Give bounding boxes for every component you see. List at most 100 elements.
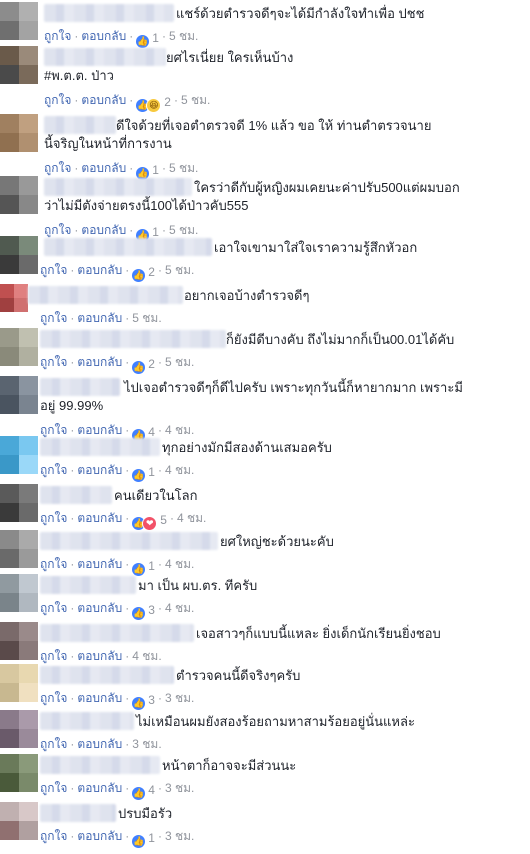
like-link[interactable]: ถูกใจ (40, 557, 67, 571)
reaction-summary[interactable]: 👍 4 (132, 782, 155, 800)
timestamp[interactable]: 4 ชม. (165, 601, 194, 615)
timestamp[interactable]: 4 ชม. (177, 511, 206, 525)
commenter-name[interactable] (40, 438, 160, 456)
reaction-summary[interactable]: 👍 1 (136, 30, 159, 48)
reaction-summary[interactable]: 👍 3 (132, 602, 155, 620)
avatar[interactable] (0, 284, 28, 312)
reaction-summary[interactable]: 👍 3 (132, 692, 155, 710)
like-link[interactable]: ถูกใจ (40, 423, 67, 437)
reply-link[interactable]: ตอบกลับ (81, 161, 126, 175)
like-link[interactable]: ถูกใจ (40, 737, 67, 751)
commenter-name[interactable] (40, 712, 134, 730)
commenter-name[interactable] (44, 116, 116, 134)
timestamp[interactable]: 4 ชม. (165, 557, 194, 571)
commenter-name[interactable] (40, 666, 174, 684)
timestamp[interactable]: 5 ชม. (169, 29, 198, 43)
separator-dot: · (70, 649, 75, 663)
like-link[interactable]: ถูกใจ (40, 511, 67, 525)
reply-link[interactable]: ตอบกลับ (81, 29, 126, 43)
timestamp[interactable]: 5 ชม. (165, 263, 194, 277)
reaction-summary[interactable]: 👍 1 (132, 558, 155, 576)
reply-link[interactable]: ตอบกลับ (77, 829, 122, 843)
timestamp[interactable]: 5 ชม. (181, 93, 210, 107)
avatar[interactable] (0, 710, 38, 748)
reaction-summary[interactable]: 👍 1 (132, 464, 155, 482)
commenter-name[interactable] (40, 576, 136, 594)
timestamp[interactable]: 4 ชม. (165, 463, 194, 477)
timestamp[interactable]: 5 ชม. (165, 355, 194, 369)
reply-link[interactable]: ตอบกลับ (81, 223, 126, 237)
reaction-summary[interactable]: 👍😆 2 (136, 94, 171, 113)
reply-link[interactable]: ตอบกลับ (77, 691, 122, 705)
reply-link[interactable]: ตอบกลับ (77, 463, 122, 477)
reply-link[interactable]: ตอบกลับ (77, 601, 122, 615)
like-link[interactable]: ถูกใจ (40, 691, 67, 705)
reaction-summary[interactable]: 👍 2 (132, 264, 155, 282)
reply-link[interactable]: ตอบกลับ (77, 355, 122, 369)
avatar[interactable] (0, 622, 38, 660)
like-link[interactable]: ถูกใจ (44, 161, 71, 175)
commenter-name[interactable] (40, 486, 112, 504)
avatar[interactable] (0, 176, 38, 214)
reaction-count: 1 (148, 559, 155, 573)
like-link[interactable]: ถูกใจ (44, 93, 71, 107)
commenter-name[interactable] (40, 624, 194, 642)
avatar[interactable] (0, 484, 38, 522)
comment-text-line2: ว่าไม่มีตังจ่ายตรงนี้100ได้ป่าวคับ555 (44, 198, 249, 213)
commenter-name[interactable] (44, 48, 166, 66)
commenter-name[interactable] (40, 378, 120, 396)
like-link[interactable]: ถูกใจ (44, 29, 71, 43)
commenter-name[interactable] (40, 532, 218, 550)
avatar[interactable] (0, 754, 38, 792)
avatar[interactable] (0, 376, 38, 414)
avatar[interactable] (0, 236, 38, 274)
timestamp[interactable]: 5 ชม. (132, 311, 161, 325)
avatar[interactable] (0, 664, 38, 702)
timestamp[interactable]: 5 ชม. (169, 161, 198, 175)
commenter-name[interactable] (40, 804, 116, 822)
commenter-name[interactable] (44, 238, 212, 256)
commenter-name[interactable] (44, 4, 174, 22)
timestamp[interactable]: 3 ชม. (165, 781, 194, 795)
avatar[interactable] (0, 46, 38, 84)
like-link[interactable]: ถูกใจ (40, 829, 67, 843)
timestamp[interactable]: 3 ชม. (165, 829, 194, 843)
reply-link[interactable]: ตอบกลับ (77, 649, 122, 663)
avatar[interactable] (0, 802, 38, 840)
like-link[interactable]: ถูกใจ (40, 355, 67, 369)
reaction-summary[interactable]: 👍 1 (132, 830, 155, 848)
avatar[interactable] (0, 328, 38, 366)
reaction-summary[interactable]: 👍 2 (132, 356, 155, 374)
like-link[interactable]: ถูกใจ (40, 649, 67, 663)
timestamp[interactable]: 4 ชม. (165, 423, 194, 437)
reply-link[interactable]: ตอบกลับ (77, 781, 122, 795)
commenter-name[interactable] (40, 756, 160, 774)
like-link[interactable]: ถูกใจ (40, 263, 67, 277)
timestamp[interactable]: 3 ชม. (132, 737, 161, 751)
timestamp[interactable]: 3 ชม. (165, 691, 194, 705)
like-link[interactable]: ถูกใจ (40, 463, 67, 477)
avatar[interactable] (0, 574, 38, 612)
like-link[interactable]: ถูกใจ (44, 223, 71, 237)
like-link[interactable]: ถูกใจ (40, 781, 67, 795)
reaction-count: 5 (160, 513, 167, 527)
commenter-name[interactable] (40, 330, 226, 348)
timestamp[interactable]: 5 ชม. (169, 223, 198, 237)
reply-link[interactable]: ตอบกลับ (81, 93, 126, 107)
reply-link[interactable]: ตอบกลับ (77, 311, 122, 325)
reply-link[interactable]: ตอบกลับ (77, 737, 122, 751)
avatar[interactable] (0, 2, 38, 40)
like-link[interactable]: ถูกใจ (40, 311, 67, 325)
reply-link[interactable]: ตอบกลับ (77, 263, 122, 277)
reply-link[interactable]: ตอบกลับ (77, 423, 122, 437)
reply-link[interactable]: ตอบกลับ (77, 511, 122, 525)
commenter-name[interactable] (28, 286, 183, 304)
avatar[interactable] (0, 530, 38, 568)
avatar[interactable] (0, 436, 38, 474)
commenter-name[interactable] (44, 178, 192, 196)
reaction-summary[interactable]: 👍 ❤ 5 (132, 512, 167, 531)
like-link[interactable]: ถูกใจ (40, 601, 67, 615)
reply-link[interactable]: ตอบกลับ (77, 557, 122, 571)
avatar[interactable] (0, 114, 38, 152)
timestamp[interactable]: 4 ชม. (132, 649, 161, 663)
